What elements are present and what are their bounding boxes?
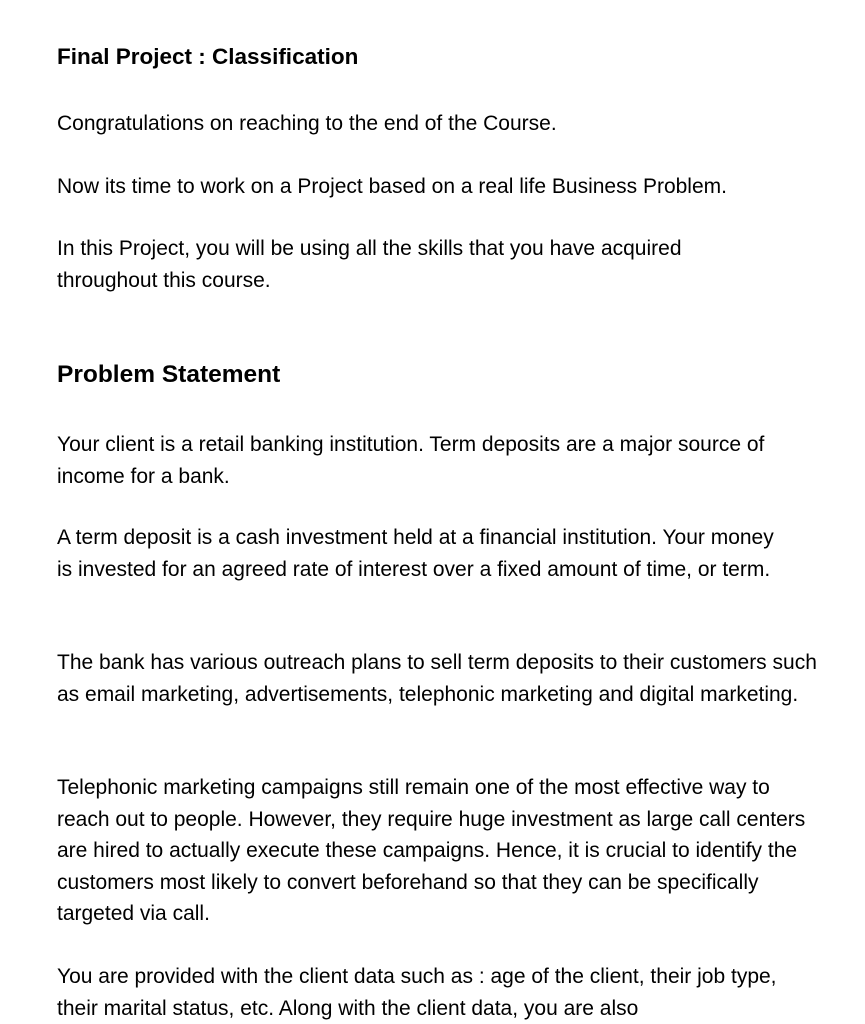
- body-paragraph-5: You are provided with the client data su…: [57, 965, 777, 1020]
- body-paragraph-3: The bank has various outreach plans to s…: [57, 651, 817, 706]
- body-paragraph-1: Your client is a retail banking institut…: [57, 433, 765, 488]
- intro-paragraph-3: In this Project, you will be using all t…: [57, 237, 682, 292]
- intro-paragraph-2: Now its time to work on a Project based …: [57, 175, 727, 198]
- document-title: Final Project : Classification: [57, 44, 359, 69]
- body-paragraph-4: Telephonic marketing campaigns still rem…: [57, 776, 806, 925]
- intro-paragraph-1: Congratulations on reaching to the end o…: [57, 112, 557, 135]
- section-heading-problem-statement: Problem Statement: [57, 361, 281, 388]
- body-paragraph-2: A term deposit is a cash investment held…: [57, 526, 774, 581]
